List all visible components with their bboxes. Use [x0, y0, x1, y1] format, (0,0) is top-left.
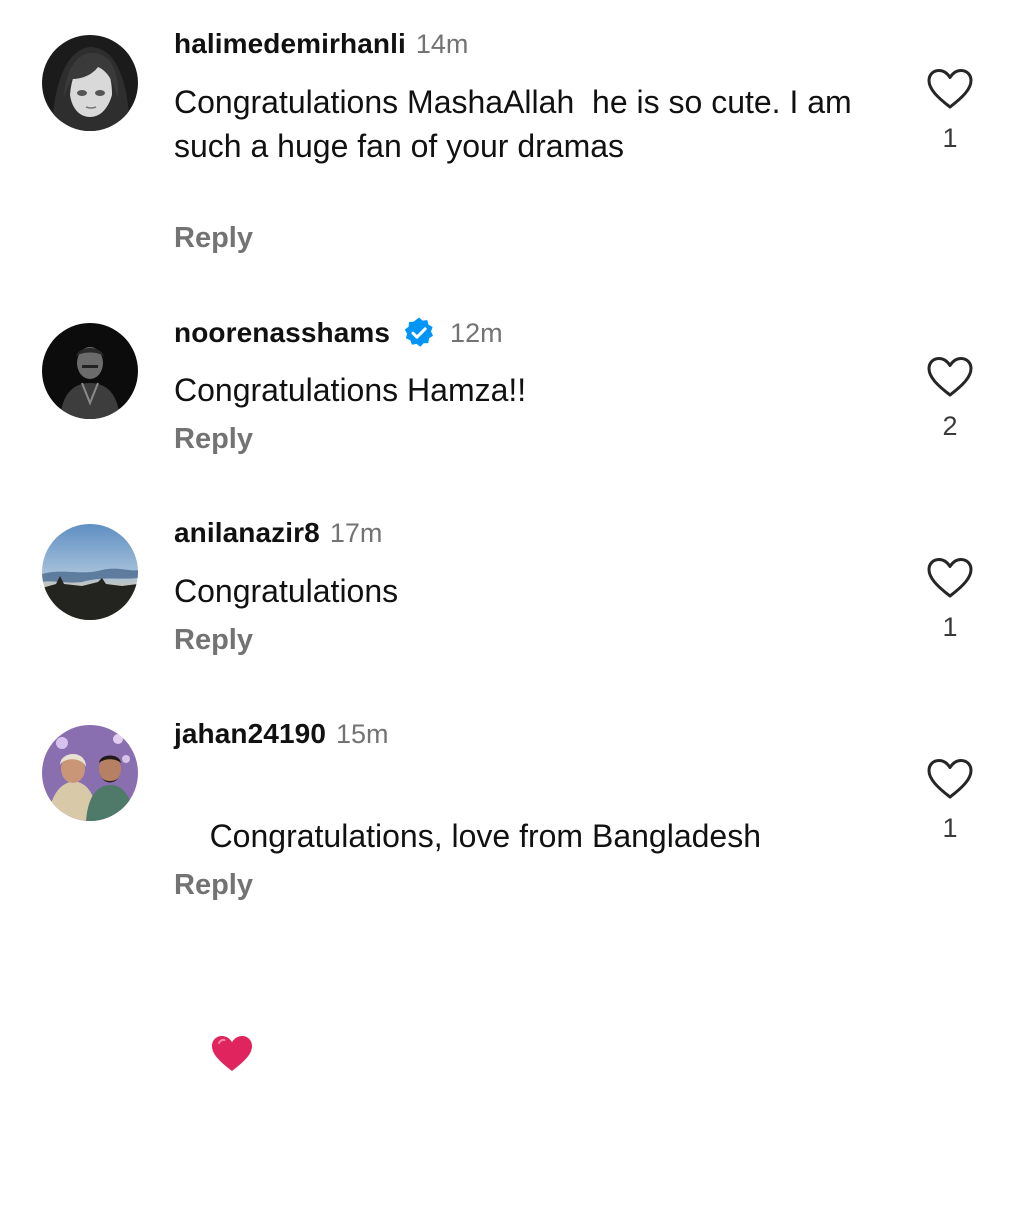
- like-button[interactable]: [925, 556, 975, 600]
- user-avatar[interactable]: [42, 323, 138, 419]
- like-count: 2: [942, 411, 958, 441]
- comment-time: 17m: [329, 517, 383, 548]
- like-button[interactable]: [925, 355, 975, 399]
- comment-time: 14m: [415, 28, 469, 59]
- reply-button[interactable]: Reply: [174, 869, 253, 902]
- username[interactable]: halimedemirhanli: [174, 28, 406, 60]
- comment-text: Congratulations Hamza!!: [174, 372, 527, 408]
- user-avatar[interactable]: [42, 725, 138, 821]
- like-button[interactable]: [925, 757, 975, 801]
- heart-outline-icon: [927, 558, 973, 598]
- username[interactable]: jahan24190: [174, 718, 326, 750]
- username[interactable]: anilanazir8: [174, 517, 320, 549]
- comment-header: anilanazir8 17m: [174, 517, 382, 549]
- like-count: 1: [942, 123, 958, 153]
- reply-button[interactable]: Reply: [174, 423, 253, 456]
- user-avatar[interactable]: [42, 524, 138, 620]
- comment-header: halimedemirhanli 14m: [174, 28, 468, 60]
- heart-outline-icon: [927, 357, 973, 397]
- anime-girl-avatar-icon: [42, 35, 138, 131]
- sunset-landscape-avatar-icon: [42, 524, 138, 620]
- reply-button[interactable]: Reply: [174, 624, 253, 657]
- verified-badge-icon: [402, 316, 436, 350]
- comment-time: 15m: [336, 718, 389, 749]
- comment-text: Congratulations: [174, 573, 399, 609]
- comment-text: Congratulations MashaAllah he is so cute…: [174, 84, 861, 164]
- red-heart-emoji-icon: [210, 946, 263, 1162]
- dark-portrait-avatar-icon: [42, 323, 138, 419]
- comment-header: noorenasshams 12m: [174, 316, 503, 350]
- comment-text-body: Congratulations, love from Bangladesh: [209, 818, 761, 854]
- reply-button[interactable]: Reply: [174, 222, 253, 255]
- like-button[interactable]: [925, 67, 975, 111]
- like-count: 1: [942, 813, 958, 843]
- comment-header: jahan24190 15m: [174, 718, 389, 750]
- heart-outline-icon: [927, 759, 973, 799]
- user-avatar[interactable]: [42, 35, 138, 131]
- comment-time: 12m: [450, 317, 503, 348]
- username[interactable]: noorenasshams: [174, 317, 390, 349]
- comment-text: Congratulations, love from Bangladesh: [174, 770, 874, 1206]
- like-count: 1: [942, 612, 958, 642]
- heart-outline-icon: [927, 69, 973, 109]
- couple-photo-avatar-icon: [42, 725, 138, 821]
